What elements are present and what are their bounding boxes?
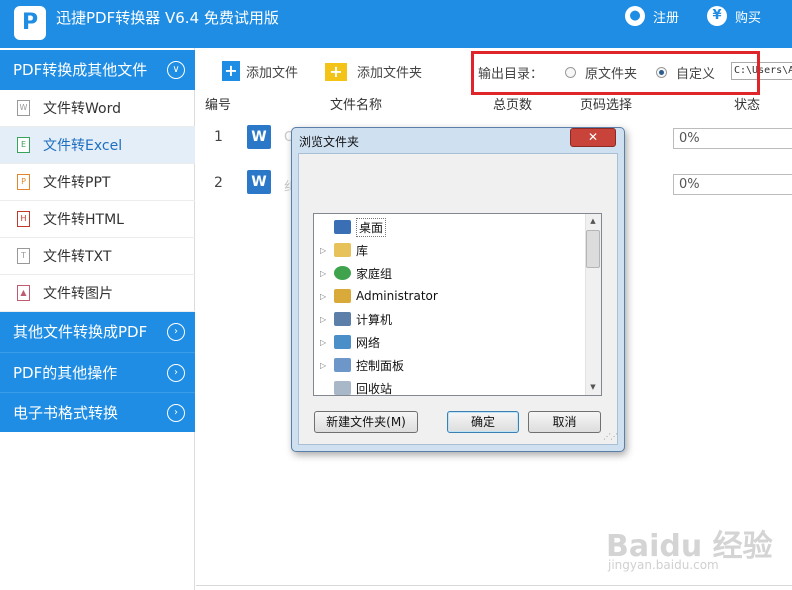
sidebar-item-html[interactable]: H 文件转HTML: [0, 201, 195, 238]
word-file-icon: W: [17, 100, 30, 116]
section-other-to-pdf[interactable]: 其他文件转换成PDF ›: [0, 312, 195, 352]
sidebar: PDF转换成其他文件 ∨ W 文件转Word E 文件转Excel P 文件转P…: [0, 48, 195, 590]
col-header-name: 文件名称: [330, 98, 383, 113]
scroll-up-icon[interactable]: ▲: [586, 214, 600, 228]
add-folder-label: 添加文件夹: [357, 66, 423, 81]
control-panel-icon: [334, 358, 351, 372]
app-title: 迅捷PDF转换器 V6.4 免费试用版: [56, 9, 279, 27]
computer-icon: [334, 312, 351, 326]
output-dir-highlight: [471, 51, 760, 95]
sidebar-item-label: 文件转TXT: [43, 249, 112, 265]
row-2-progress: 0%: [673, 174, 792, 195]
tree-item-label: 库: [356, 243, 369, 258]
buy-label: 购买: [735, 10, 762, 26]
col-header-page-range: 页码选择: [580, 98, 633, 113]
chevron-right-icon: ›: [167, 404, 185, 422]
expand-arrow-icon[interactable]: ▷: [320, 315, 330, 324]
image-file-icon: ▲: [17, 285, 30, 301]
section-other-to-pdf-label: 其他文件转换成PDF: [13, 323, 148, 341]
expand-arrow-icon[interactable]: ▷: [320, 338, 330, 347]
dialog-close-button[interactable]: ✕: [570, 128, 616, 147]
section-pdf-to-other[interactable]: PDF转换成其他文件 ∨: [0, 50, 195, 90]
expand-arrow-icon[interactable]: ▷: [320, 292, 330, 301]
tree-item-desktop[interactable]: 桌面: [320, 217, 387, 237]
word-icon: W: [247, 170, 271, 194]
row-1-number: 1: [214, 129, 223, 145]
chevron-right-icon: ›: [167, 364, 185, 382]
desktop-icon: [334, 220, 351, 234]
txt-file-icon: T: [17, 248, 30, 264]
sidebar-item-label: 文件转图片: [43, 286, 113, 302]
add-file-button[interactable]: + 添加文件: [222, 61, 298, 81]
col-header-status: 状态: [734, 98, 761, 113]
col-header-no: 编号: [205, 98, 232, 113]
resize-grip-icon[interactable]: ⋰⋰: [603, 432, 618, 441]
ppt-file-icon: P: [17, 174, 30, 190]
folder-tree[interactable]: 桌面 ▷ 库 ▷ 家庭组 ▷ Administrator ▷ 计算机 ▷ 网络 …: [313, 213, 602, 396]
new-folder-button[interactable]: 新建文件夹(M): [314, 411, 418, 433]
dialog-title: 浏览文件夹: [299, 135, 360, 149]
homegroup-icon: [334, 266, 351, 280]
app-logo: P: [14, 6, 46, 40]
sidebar-item-txt[interactable]: T 文件转TXT: [0, 238, 195, 275]
sidebar-item-word[interactable]: W 文件转Word: [0, 90, 195, 127]
scroll-down-icon[interactable]: ▼: [586, 380, 600, 394]
word-icon: W: [247, 125, 271, 149]
cancel-button[interactable]: 取消: [528, 411, 601, 433]
sidebar-item-label: 文件转HTML: [43, 212, 124, 228]
chevron-down-icon: ∨: [167, 61, 185, 79]
add-folder-button[interactable]: + 添加文件夹: [325, 62, 422, 81]
scroll-thumb[interactable]: [586, 230, 600, 268]
tree-item-control-panel[interactable]: ▷ 控制面板: [320, 355, 404, 375]
add-file-icon: +: [222, 61, 240, 81]
library-icon: [334, 243, 351, 257]
tree-item-recycle-bin[interactable]: 回收站: [320, 378, 392, 398]
sidebar-item-image[interactable]: ▲ 文件转图片: [0, 275, 195, 312]
watermark-url: jingyan.baidu.com: [608, 558, 719, 572]
expand-arrow-icon[interactable]: ▷: [320, 269, 330, 278]
tree-item-label: Administrator: [356, 289, 438, 303]
sidebar-item-label: 文件转Word: [43, 101, 121, 117]
row-2-number: 2: [214, 175, 223, 191]
add-file-label: 添加文件: [246, 65, 299, 81]
html-file-icon: H: [17, 211, 30, 227]
row-1-progress: 0%: [673, 128, 792, 149]
section-pdf-other-ops-label: PDF的其他操作: [13, 364, 118, 382]
network-icon: [334, 335, 351, 349]
ok-button[interactable]: 确定: [447, 411, 519, 433]
user-folder-icon: [334, 289, 351, 303]
excel-file-icon: E: [17, 137, 30, 153]
tree-item-label: 网络: [356, 335, 381, 350]
sidebar-item-label: 文件转PPT: [43, 175, 111, 191]
tree-item-network[interactable]: ▷ 网络: [320, 332, 380, 352]
tree-item-computer[interactable]: ▷ 计算机: [320, 309, 392, 329]
tree-item-administrator[interactable]: ▷ Administrator: [320, 286, 438, 306]
section-pdf-other-ops[interactable]: PDF的其他操作 ›: [0, 352, 195, 392]
buy-button[interactable]: ¥ 购买: [707, 5, 761, 27]
sidebar-item-excel[interactable]: E 文件转Excel: [0, 127, 195, 164]
user-icon: ●: [625, 6, 645, 26]
tree-item-label: 回收站: [356, 381, 393, 396]
chevron-right-icon: ›: [167, 323, 185, 341]
tree-item-library[interactable]: ▷ 库: [320, 240, 368, 260]
expand-arrow-icon[interactable]: ▷: [320, 246, 330, 255]
register-button[interactable]: ● 注册: [625, 5, 679, 27]
tree-item-label: 控制面板: [356, 358, 405, 373]
section-pdf-to-other-label: PDF转换成其他文件: [13, 61, 148, 79]
sidebar-item-ppt[interactable]: P 文件转PPT: [0, 164, 195, 201]
section-ebook-label: 电子书格式转换: [13, 404, 119, 422]
tree-item-label: 计算机: [356, 312, 393, 327]
tree-item-label: 桌面: [356, 217, 387, 237]
recycle-bin-icon: [334, 381, 351, 395]
tree-item-homegroup[interactable]: ▷ 家庭组: [320, 263, 392, 283]
section-ebook[interactable]: 电子书格式转换 ›: [0, 392, 195, 432]
col-header-pages: 总页数: [493, 98, 533, 113]
sidebar-item-label: 文件转Excel: [43, 138, 123, 154]
register-label: 注册: [653, 10, 680, 26]
yen-icon: ¥: [707, 6, 727, 26]
divider: [196, 585, 792, 586]
tree-item-label: 家庭组: [356, 266, 393, 281]
add-folder-icon: +: [325, 62, 347, 81]
expand-arrow-icon[interactable]: ▷: [320, 361, 330, 370]
